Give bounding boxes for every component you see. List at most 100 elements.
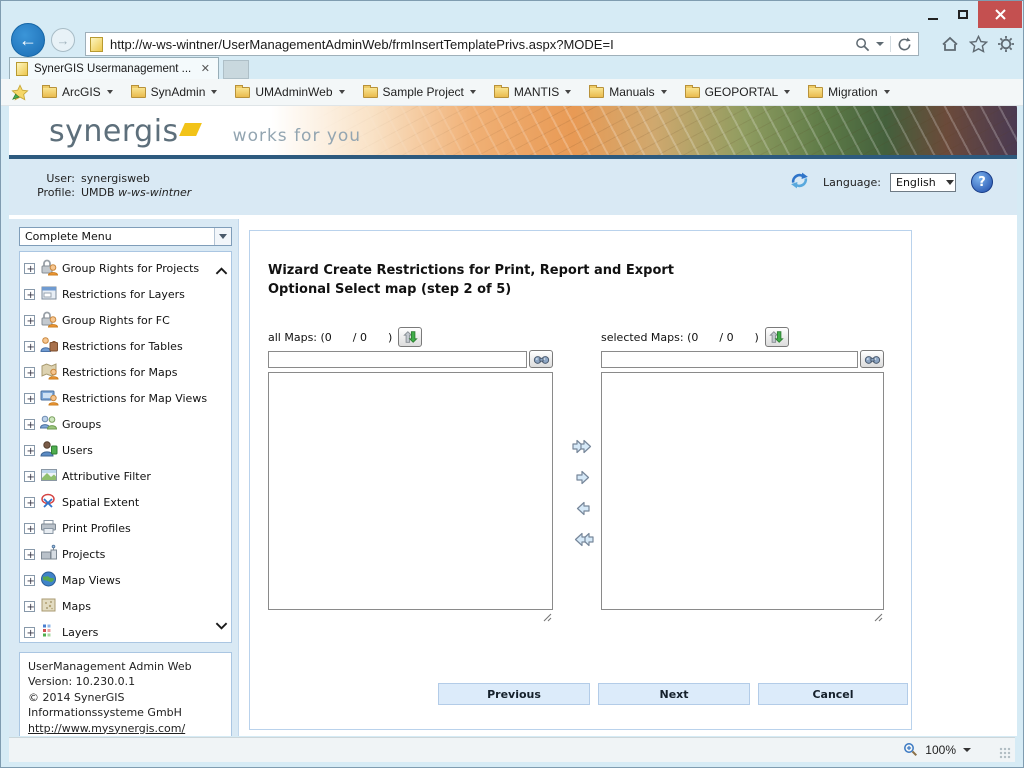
expand-icon[interactable] <box>24 471 35 482</box>
resize-grip-icon[interactable] <box>543 613 552 622</box>
favorite-arcgis[interactable]: ArcGIS <box>33 79 122 105</box>
move-all-left-button[interactable] <box>571 530 595 549</box>
zoom-control[interactable]: 100% <box>903 742 971 757</box>
folder-icon <box>42 87 57 98</box>
menu-filter-select[interactable]: Complete Menu <box>19 227 232 246</box>
sidebar-item-spatial-extent[interactable]: Spatial Extent <box>22 490 217 516</box>
sidebar-item-group-rights-for-fc[interactable]: Group Rights for FC <box>22 308 217 334</box>
favorite-geoportal[interactable]: GEOPORTAL <box>676 79 800 105</box>
sort-button[interactable] <box>398 327 422 347</box>
chevron-down-icon <box>339 90 345 94</box>
selected-maps-filter-input[interactable] <box>601 351 858 368</box>
expand-icon[interactable] <box>24 549 35 560</box>
favorite-synadmin[interactable]: SynAdmin <box>122 79 227 105</box>
title-bar[interactable] <box>1 1 1023 29</box>
tab-close-icon[interactable]: ✕ <box>199 62 212 75</box>
favorites-icon[interactable] <box>969 35 988 53</box>
sidebar-item-layers[interactable]: Layers <box>22 620 217 643</box>
new-tab-button[interactable] <box>223 60 249 79</box>
address-bar[interactable] <box>85 32 919 56</box>
sidebar-item-restrictions-for-tables[interactable]: Restrictions for Tables <box>22 334 217 360</box>
all-maps-filter-input[interactable] <box>268 351 527 368</box>
forward-button[interactable]: → <box>51 28 75 52</box>
previous-button[interactable]: Previous <box>438 683 590 705</box>
reload-icon[interactable] <box>789 171 810 193</box>
app-info-company: Informationssysteme GmbH <box>28 705 223 720</box>
sidebar-item-groups[interactable]: Groups <box>22 412 217 438</box>
expand-icon[interactable] <box>24 627 35 638</box>
maximize-button[interactable] <box>948 1 978 28</box>
expand-icon[interactable] <box>24 367 35 378</box>
gear-icon[interactable] <box>997 35 1015 53</box>
expand-icon[interactable] <box>24 497 35 508</box>
sidebar-item-attributive-filter[interactable]: Attributive Filter <box>22 464 217 490</box>
browser-window: ← → SynerGIS Usermanagement ... ✕ ArcGIS… <box>0 0 1024 768</box>
binoculars-icon <box>864 353 881 365</box>
refresh-icon[interactable] <box>897 37 912 52</box>
close-button[interactable] <box>978 1 1022 28</box>
minimize-button[interactable] <box>918 1 948 28</box>
language-select[interactable]: English <box>890 173 956 192</box>
sidebar-item-group-rights-for-projects[interactable]: Group Rights for Projects <box>22 256 217 282</box>
move-all-right-button[interactable] <box>571 437 595 456</box>
sort-button[interactable] <box>765 327 789 347</box>
favorite-migration[interactable]: Migration <box>799 79 898 105</box>
chevron-down-icon <box>565 90 571 94</box>
back-button[interactable]: ← <box>11 23 45 57</box>
scroll-down-icon[interactable] <box>215 615 228 634</box>
help-icon[interactable] <box>971 171 993 193</box>
expand-icon[interactable] <box>24 445 35 456</box>
favorite-umadminweb[interactable]: UMAdminWeb <box>226 79 353 105</box>
move-left-button[interactable] <box>571 499 595 518</box>
synergis-link[interactable]: http://www.mysynergis.com/ <box>28 722 185 735</box>
expand-icon[interactable] <box>24 575 35 586</box>
divider <box>890 36 891 52</box>
sidebar-item-restrictions-for-map-views[interactable]: Restrictions for Map Views <box>22 386 217 412</box>
add-favorite-icon[interactable] <box>11 84 29 101</box>
sidebar-item-restrictions-for-maps[interactable]: Restrictions for Maps <box>22 360 217 386</box>
expand-icon[interactable] <box>24 263 35 274</box>
users-icon <box>39 440 59 461</box>
tab-synergis-usermanagement[interactable]: SynerGIS Usermanagement ... ✕ <box>9 57 219 79</box>
app-info-box: UserManagement Admin Web Version: 10.230… <box>19 652 232 736</box>
selected-maps-count: (0 / 0 ) <box>687 331 759 344</box>
filter-icon <box>39 466 59 487</box>
cancel-button[interactable]: Cancel <box>758 683 908 705</box>
right-arrow-icon <box>571 468 595 487</box>
url-input[interactable] <box>108 36 855 53</box>
expand-icon[interactable] <box>24 523 35 534</box>
search-button[interactable] <box>529 350 553 368</box>
selected-maps-listbox[interactable] <box>601 372 884 610</box>
sidebar-item-restrictions-for-layers[interactable]: Restrictions for Layers <box>22 282 217 308</box>
transfer-buttons <box>570 437 596 549</box>
profile-host: w-ws-wintner <box>118 186 191 199</box>
favorite-sample-project[interactable]: Sample Project <box>354 79 485 105</box>
expand-icon[interactable] <box>24 341 35 352</box>
search-dropdown-icon[interactable] <box>876 42 884 46</box>
window-resize-grip[interactable] <box>999 747 1011 759</box>
sidebar-item-users[interactable]: Users <box>22 438 217 464</box>
resize-grip-icon[interactable] <box>874 613 883 622</box>
sidebar-item-maps[interactable]: Maps <box>22 594 217 620</box>
search-button[interactable] <box>860 350 884 368</box>
expand-icon[interactable] <box>24 393 35 404</box>
expand-icon[interactable] <box>24 289 35 300</box>
move-right-button[interactable] <box>571 468 595 487</box>
home-icon[interactable] <box>940 35 960 53</box>
next-button[interactable]: Next <box>598 683 750 705</box>
expand-icon[interactable] <box>24 601 35 612</box>
favorite-manuals[interactable]: Manuals <box>580 79 675 105</box>
scroll-up-icon[interactable] <box>215 260 228 279</box>
map-user-icon <box>39 362 59 383</box>
zoom-icon <box>903 742 918 757</box>
folder-icon <box>494 87 509 98</box>
expand-icon[interactable] <box>24 419 35 430</box>
expand-icon[interactable] <box>24 315 35 326</box>
maximize-icon <box>958 10 968 19</box>
favorite-mantis[interactable]: MANTIS <box>485 79 580 105</box>
search-icon[interactable] <box>855 37 870 52</box>
all-maps-listbox[interactable] <box>268 372 553 610</box>
sidebar-item-print-profiles[interactable]: Print Profiles <box>22 516 217 542</box>
sidebar-item-projects[interactable]: Projects <box>22 542 217 568</box>
sidebar-item-map-views[interactable]: Map Views <box>22 568 217 594</box>
